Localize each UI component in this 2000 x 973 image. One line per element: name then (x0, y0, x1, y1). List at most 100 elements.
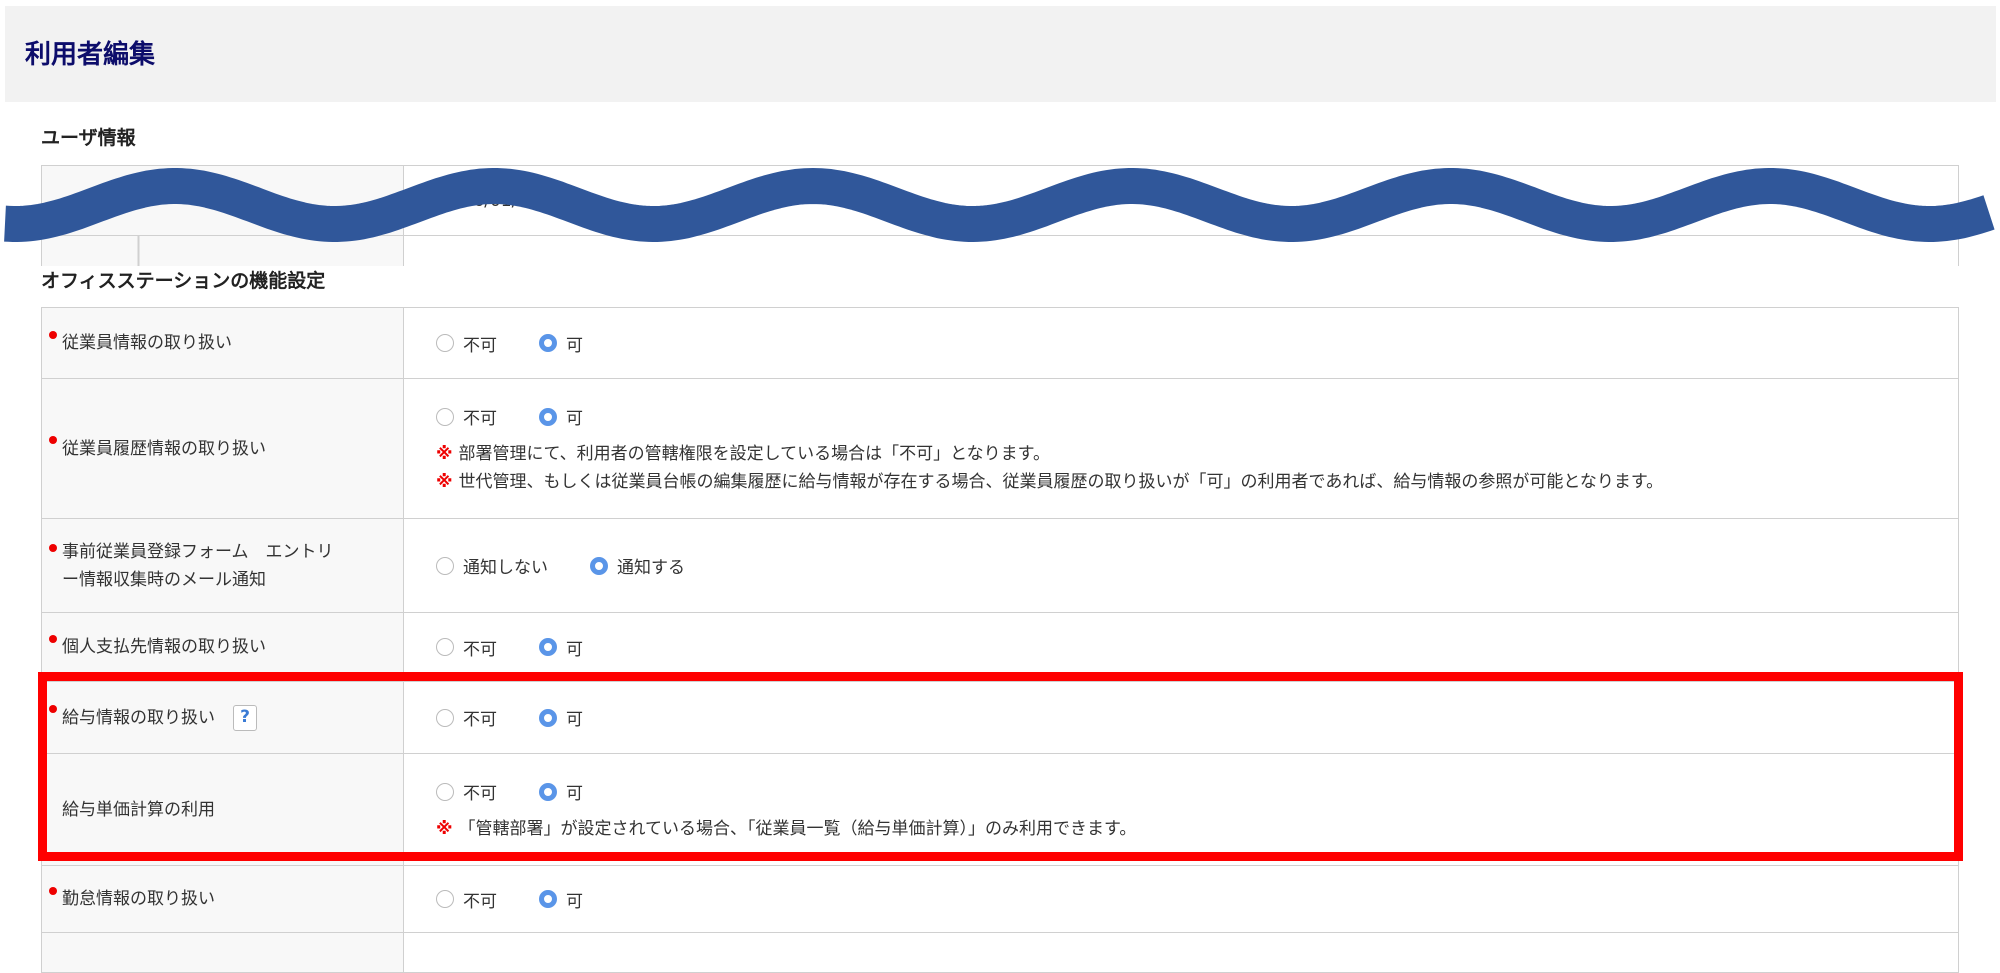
user-info-label (41, 165, 404, 236)
radio-label: 可 (566, 639, 583, 660)
setting-label-cell: 従業員情報の取り扱い (41, 307, 404, 379)
radio-option[interactable]: 可 (539, 779, 583, 804)
setting-label: 事前従業員登録フォーム エントリー情報収集時のメール通知 (62, 541, 334, 590)
setting-label: 従業員履歴情報の取り扱い (62, 438, 266, 459)
radio-button[interactable] (539, 890, 557, 908)
setting-value-cell: 不可 可 (403, 307, 1959, 379)
note-mark: ※ (436, 471, 453, 492)
required-dot-icon (49, 436, 57, 444)
radio-button[interactable] (436, 334, 454, 352)
radio-label: 不可 (463, 784, 497, 804)
radio-button[interactable] (436, 890, 454, 908)
notes: ※ 「管轄部署」が設定されている場合、「従業員一覧（給与単価計算）」のみ利用できま… (436, 815, 1958, 843)
functions-table: 従業員情報の取り扱い 不可可従業員履歴情報の取り扱い 不可可 ※ 部署管理にて、利用者の… (41, 307, 1959, 973)
setting-value-cell: 不可 可 (403, 681, 1959, 754)
page-header: 利用者編集 (5, 6, 1996, 102)
radio-button[interactable] (436, 407, 454, 426)
setting-label-cell: 給与情報の取り扱い? (41, 681, 404, 754)
required-dot-icon (49, 544, 57, 552)
note-text: 世代管理、もしくは従業員台帳の編集履歴に給与情報が存在する場合、従業員履歴の取り… (458, 471, 1664, 492)
radio-group: 通知しない 通知する (436, 551, 1958, 581)
setting-label: 従業員情報の取り扱い (62, 333, 232, 353)
radio-option[interactable]: 通知する (590, 553, 685, 578)
radio-group: 不可 可 (436, 884, 1958, 914)
setting-label: 勤怠情報の取り扱い (62, 889, 215, 909)
setting-label: 給与単価計算の利用 (62, 799, 215, 820)
date-value: 2026/01/ (403, 165, 1959, 236)
setting-label-cell: 給与単価計算の利用 (41, 753, 404, 866)
setting-value-cell: 通知しない 通知する (403, 518, 1959, 613)
radio-label: 通知する (617, 558, 685, 578)
setting-value-cell: 不可 可 (403, 612, 1959, 682)
note-line: ※ 世代管理、もしくは従業員台帳の編集履歴に給与情報が存在する場合、従業員履歴の取… (436, 468, 1958, 496)
note-text: 「管轄部署」が設定されている場合、「従業員一覧（給与単価計算）」のみ利用できます… (458, 818, 1137, 839)
radio-label: 可 (566, 891, 583, 912)
setting-row: 給与情報の取り扱い? 不可 可 (41, 681, 1959, 754)
radio-button[interactable] (436, 556, 454, 575)
radio-option[interactable]: 可 (539, 887, 583, 912)
setting-label-cell: 事前従業員登録フォーム エントリー情報収集時のメール通知 (41, 518, 404, 613)
radio-button[interactable] (539, 638, 557, 656)
radio-option[interactable]: 可 (539, 635, 583, 660)
radio-label: 可 (566, 335, 583, 356)
radio-label: 通知しない (463, 558, 548, 578)
setting-label-cell: 個人支払先情報の取り扱い (41, 612, 404, 682)
setting-label: 給与情報の取り扱い (62, 707, 215, 728)
radio-button[interactable] (590, 556, 608, 575)
radio-option[interactable]: 可 (539, 705, 583, 730)
setting-value-cell: 不可可 ※ 部署管理にて、利用者の管轄権限を設定している場合は「不可」となります。 ※… (403, 378, 1959, 519)
radio-label: 不可 (463, 710, 497, 730)
radio-group: 不可 可 (436, 328, 1958, 358)
radio-group: 不可 可 (436, 402, 1958, 432)
radio-option[interactable]: 不可 (436, 635, 497, 660)
radio-label: 可 (566, 409, 583, 429)
radio-label: 不可 (463, 409, 497, 429)
setting-label: 個人支払先情報の取り扱い (62, 637, 266, 657)
note-mark: ※ (436, 443, 453, 464)
required-dot-icon (49, 634, 57, 643)
radio-button[interactable] (539, 708, 557, 727)
note-line: ※ 部署管理にて、利用者の管轄権限を設定している場合は「不可」となります。 (436, 440, 1958, 468)
radio-group: 不可 可 (436, 703, 1958, 733)
radio-button[interactable] (436, 708, 454, 727)
setting-value-cell: 不可 可 ※ 「管轄部署」が設定されている場合、「従業員一覧（給与単価計算）」のみ利用… (403, 753, 1959, 866)
radio-option[interactable]: 可 (539, 331, 583, 356)
radio-group: 不可 可 (436, 632, 1958, 662)
radio-option[interactable]: 不可 (436, 705, 497, 730)
radio-option[interactable]: 不可 (436, 887, 497, 912)
user-info-table: 2026/01/ (41, 165, 1959, 266)
setting-row: 従業員情報の取り扱い 不可 可 (41, 307, 1959, 379)
setting-value-cell: 不可 可 (403, 865, 1959, 933)
required-dot-icon (49, 886, 57, 895)
radio-option[interactable]: 不可 (436, 331, 497, 356)
radio-button[interactable] (436, 638, 454, 656)
radio-button[interactable] (539, 334, 557, 352)
radio-label: 可 (566, 784, 583, 804)
radio-button[interactable] (539, 782, 557, 801)
user-info-heading: ユーザ情報 (41, 127, 136, 149)
setting-label-cell: 従業員履歴情報の取り扱い (41, 378, 404, 519)
radio-option[interactable]: 通知しない (436, 553, 548, 578)
radio-label: 不可 (463, 335, 497, 356)
radio-label: 可 (566, 710, 583, 730)
required-dot-icon (49, 705, 57, 713)
radio-label: 不可 (463, 891, 497, 912)
setting-row: 給与単価計算の利用 不可 可 ※ 「管轄部署」が設定されている場合、「従業員一覧（給与単… (41, 753, 1959, 866)
note-text: 部署管理にて、利用者の管轄権限を設定している場合は「不可」となります。 (458, 443, 1050, 464)
radio-button[interactable] (539, 407, 557, 426)
radio-option[interactable]: 不可 (436, 779, 497, 804)
radio-group: 不可 可 (436, 777, 1958, 807)
required-dot-icon (49, 330, 57, 339)
note-mark: ※ (436, 818, 453, 839)
functions-heading: オフィスステーションの機能設定 (41, 270, 326, 292)
notes: ※ 部署管理にて、利用者の管轄権限を設定している場合は「不可」となります。 ※ 世代管… (436, 440, 1958, 496)
setting-row: 勤怠情報の取り扱い 不可 可 (41, 865, 1959, 933)
radio-option[interactable]: 可 (539, 404, 583, 429)
radio-option[interactable]: 不可 (436, 404, 497, 429)
note-line: ※ 「管轄部署」が設定されている場合、「従業員一覧（給与単価計算）」のみ利用できま… (436, 815, 1958, 843)
setting-row: 個人支払先情報の取り扱い 不可 可 (41, 612, 1959, 682)
setting-row: 従業員履歴情報の取り扱い 不可 可 ※ 部署管理にて、利用者の管轄権限を設定している場合… (41, 378, 1959, 519)
radio-button[interactable] (436, 782, 454, 801)
radio-label: 不可 (463, 639, 497, 660)
help-icon[interactable]: ? (233, 704, 257, 731)
